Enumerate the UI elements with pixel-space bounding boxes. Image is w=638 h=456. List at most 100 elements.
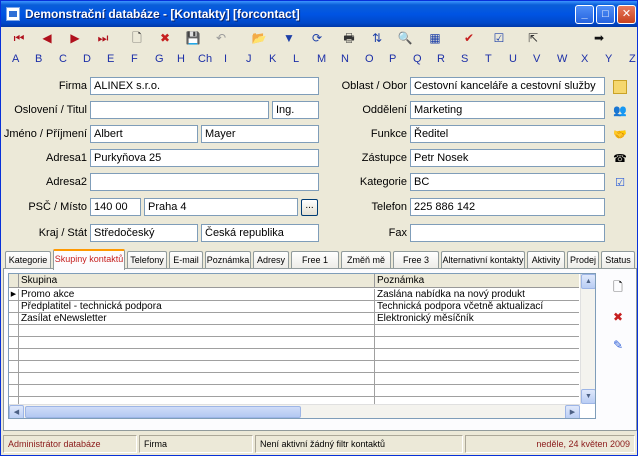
cell-poznamka[interactable] (375, 337, 579, 349)
alpha-filter-p[interactable]: P (389, 53, 396, 65)
undo-icon[interactable]: ↶ (213, 30, 229, 46)
scroll-up-button[interactable]: ▲ (581, 274, 595, 289)
alpha-filter-o[interactable]: O (365, 53, 374, 65)
sort-icon[interactable]: ⇅ (369, 30, 385, 46)
alpha-filter-r[interactable]: R (437, 53, 445, 65)
new-record-icon[interactable]: 🗋 (129, 30, 145, 46)
new-group-icon[interactable]: 🗋 (610, 279, 626, 295)
jmeno-field[interactable]: Albert (90, 125, 198, 143)
cell-poznamka[interactable] (375, 385, 579, 397)
filter-icon[interactable]: ▼ (281, 30, 297, 46)
delete-record-icon[interactable]: ✖ (157, 30, 173, 46)
horizontal-scrollbar[interactable]: ◀ ▶ (9, 404, 580, 418)
save-icon[interactable]: 💾 (185, 30, 201, 46)
cell-skupina[interactable] (19, 337, 375, 349)
tab-zm-m-[interactable]: Změň mě (341, 251, 391, 269)
check-icon[interactable]: ✔ (461, 30, 477, 46)
table-row[interactable] (9, 361, 579, 373)
arrow-right-icon[interactable]: ➡ (591, 30, 607, 46)
osloveni-field[interactable] (90, 101, 269, 119)
cell-poznamka[interactable] (375, 361, 579, 373)
fax-field[interactable] (410, 224, 605, 242)
prijmeni-field[interactable]: Mayer (201, 125, 319, 143)
tab-skupiny-kontakt-[interactable]: Skupiny kontaktů (53, 249, 125, 270)
last-record-icon[interactable]: ⏭ (95, 30, 111, 46)
alpha-filter-t[interactable]: T (485, 53, 492, 65)
scroll-right-button[interactable]: ▶ (565, 405, 580, 418)
telefon-field[interactable]: 225 886 142 (410, 198, 605, 216)
table-row[interactable]: Předplatitel - technická podpora Technick… (9, 301, 579, 313)
kategorie-field[interactable]: BC (410, 173, 605, 191)
tab-kategorie[interactable]: Kategorie (5, 251, 51, 269)
misto-lookup-button[interactable]: ... (301, 199, 318, 216)
funkce-field[interactable]: Ředitel (410, 125, 605, 143)
refresh-icon[interactable]: ⟳ (309, 30, 325, 46)
cell-skupina[interactable]: Promo akce (19, 289, 375, 301)
titul-field[interactable]: Ing. (272, 101, 319, 119)
alpha-filter-d[interactable]: D (83, 53, 91, 65)
alpha-filter-m[interactable]: M (317, 53, 326, 65)
alpha-filter-w[interactable]: W (557, 53, 567, 65)
alpha-filter-h[interactable]: H (177, 53, 185, 65)
grid-header-poznamka[interactable]: Poznámka (375, 274, 579, 288)
alpha-filter-z[interactable]: Z (629, 53, 636, 65)
alpha-filter-s[interactable]: S (461, 53, 468, 65)
alpha-filter-e[interactable]: E (107, 53, 114, 65)
phone-icon[interactable]: ☎ (613, 152, 627, 166)
tab-aktivity[interactable]: Aktivity (527, 251, 565, 269)
alpha-filter-u[interactable]: U (509, 53, 517, 65)
horizontal-scroll-thumb[interactable] (25, 406, 301, 418)
stat-field[interactable]: Česká republika (201, 224, 319, 242)
grid-header-skupina[interactable]: Skupina (19, 274, 375, 288)
alpha-filter-c[interactable]: C (59, 53, 67, 65)
firma-field[interactable]: ALINEX s.r.o. (90, 77, 319, 95)
tab-status[interactable]: Status (601, 251, 635, 269)
alpha-filter-a[interactable]: A (12, 53, 19, 65)
department-icon[interactable]: 👥 (613, 104, 627, 118)
oddeleni-field[interactable]: Marketing (410, 101, 605, 119)
alpha-filter-g[interactable]: G (155, 53, 164, 65)
misto-field[interactable]: Praha 4 (144, 198, 298, 216)
scroll-left-button[interactable]: ◀ (9, 405, 24, 418)
export-icon[interactable]: ⇱ (525, 30, 541, 46)
cell-skupina[interactable]: Předplatitel - technická podpora (19, 301, 375, 313)
tab-pozn-mka[interactable]: Poznámka (205, 251, 251, 269)
close-button[interactable]: ✕ (617, 5, 636, 24)
cell-skupina[interactable] (19, 325, 375, 337)
tab-alternativn-kontakty[interactable]: Alternativní kontakty (441, 251, 525, 269)
print-icon[interactable]: 🖶 (341, 30, 357, 46)
alpha-filter-i[interactable]: I (224, 53, 227, 65)
alpha-filter-q[interactable]: Q (413, 53, 422, 65)
alpha-filter-j[interactable]: J (246, 53, 252, 65)
find-icon[interactable]: 🔍 (397, 30, 413, 46)
cell-poznamka[interactable] (375, 325, 579, 337)
tab-e-mail[interactable]: E-mail (169, 251, 203, 269)
table-row[interactable] (9, 373, 579, 385)
table-row[interactable]: ▶ Promo akce Zaslána nabídka na nový produ… (9, 289, 579, 301)
cell-skupina[interactable] (19, 373, 375, 385)
folder-icon[interactable] (613, 80, 627, 94)
prev-record-icon[interactable]: ◀ (39, 30, 55, 46)
alpha-filter-x[interactable]: X (581, 53, 588, 65)
cell-poznamka[interactable] (375, 349, 579, 361)
first-record-icon[interactable]: ⏮ (11, 30, 27, 46)
table-view-icon[interactable]: ▦ (427, 30, 443, 46)
open-folder-icon[interactable]: 📂 (251, 30, 267, 46)
oblast-field[interactable]: Cestovní kanceláře a cestovní služby (410, 77, 605, 95)
alpha-filter-l[interactable]: L (293, 53, 299, 65)
maximize-button[interactable]: □ (596, 5, 615, 24)
alpha-filter-n[interactable]: N (341, 53, 349, 65)
minimize-button[interactable]: _ (575, 5, 594, 24)
scroll-down-button[interactable]: ▼ (581, 389, 595, 404)
zastupce-field[interactable]: Petr Nosek (410, 149, 605, 167)
alpha-filter-f[interactable]: F (131, 53, 138, 65)
table-row[interactable] (9, 337, 579, 349)
vertical-scrollbar[interactable]: ▲ ▼ (580, 274, 595, 404)
cell-skupina[interactable]: Zasílat eNewsletter (19, 313, 375, 325)
tab-prodej[interactable]: Prodej (567, 251, 599, 269)
table-row[interactable] (9, 325, 579, 337)
cell-skupina[interactable] (19, 361, 375, 373)
tab-telefony[interactable]: Telefony (127, 251, 167, 269)
table-row[interactable] (9, 385, 579, 397)
alpha-filter-y[interactable]: Y (605, 53, 612, 65)
